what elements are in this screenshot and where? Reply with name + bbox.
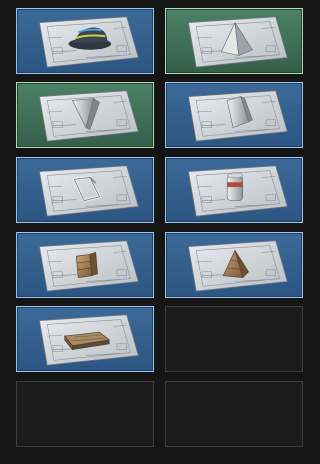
floor-slab-blueprint-icon xyxy=(17,307,153,371)
inventory-slot-8[interactable] xyxy=(165,232,303,298)
wedge-blueprint-icon xyxy=(17,83,153,147)
frame-blueprint-icon xyxy=(17,158,153,222)
pyramid-blueprint-icon xyxy=(166,9,302,73)
barrel-blueprint-icon xyxy=(166,158,302,222)
inventory-grid xyxy=(0,0,319,464)
hat-blueprint-icon xyxy=(17,9,153,73)
inventory-slot-1[interactable] xyxy=(16,8,154,74)
stair-block-blueprint-icon xyxy=(166,233,302,297)
inventory-slot-2[interactable] xyxy=(165,8,303,74)
inventory-slot-9[interactable] xyxy=(16,306,154,372)
inventory-slot-5[interactable] xyxy=(16,157,154,223)
inventory-slot-7[interactable] xyxy=(16,232,154,298)
inventory-slot-10-empty[interactable] xyxy=(165,306,303,372)
inventory-slot-12-empty[interactable] xyxy=(165,381,303,447)
inventory-slot-3[interactable] xyxy=(16,82,154,148)
inventory-slot-4[interactable] xyxy=(165,82,303,148)
ramp-blueprint-icon xyxy=(166,83,302,147)
inventory-slot-11-empty[interactable] xyxy=(16,381,154,447)
crate-blueprint-icon xyxy=(17,233,153,297)
inventory-slot-6[interactable] xyxy=(165,157,303,223)
